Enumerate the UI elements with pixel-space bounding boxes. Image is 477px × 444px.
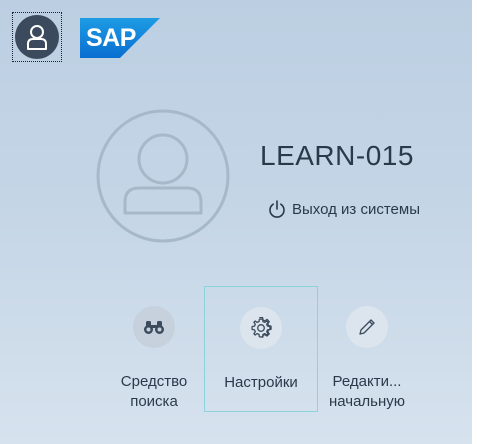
power-icon <box>269 200 285 218</box>
user-avatar <box>95 108 231 244</box>
settings-label: Настройки <box>224 374 298 391</box>
find-tool-button[interactable]: Средство поиска <box>97 286 211 412</box>
gear-icon <box>240 307 282 349</box>
logout-label: Выход из системы <box>292 200 420 218</box>
sap-logo-text: SAP <box>86 24 136 52</box>
user-icon <box>15 15 59 59</box>
binoculars-icon <box>133 306 175 348</box>
sap-logo: SAP <box>80 18 160 58</box>
user-menu-button[interactable] <box>12 12 62 62</box>
username: LEARN-015 <box>260 140 414 171</box>
logout-button[interactable]: Выход из системы <box>268 200 420 218</box>
pencil-icon <box>346 306 388 348</box>
edit-home-page-button[interactable]: Редакти... начальную <box>310 286 424 412</box>
panel-edge <box>472 0 477 444</box>
settings-button[interactable]: Настройки <box>204 286 318 412</box>
user-icon <box>96 109 230 243</box>
edit-home-page-label: Редакти... начальную <box>328 373 406 410</box>
find-tool-label: Средство поиска <box>120 373 188 410</box>
